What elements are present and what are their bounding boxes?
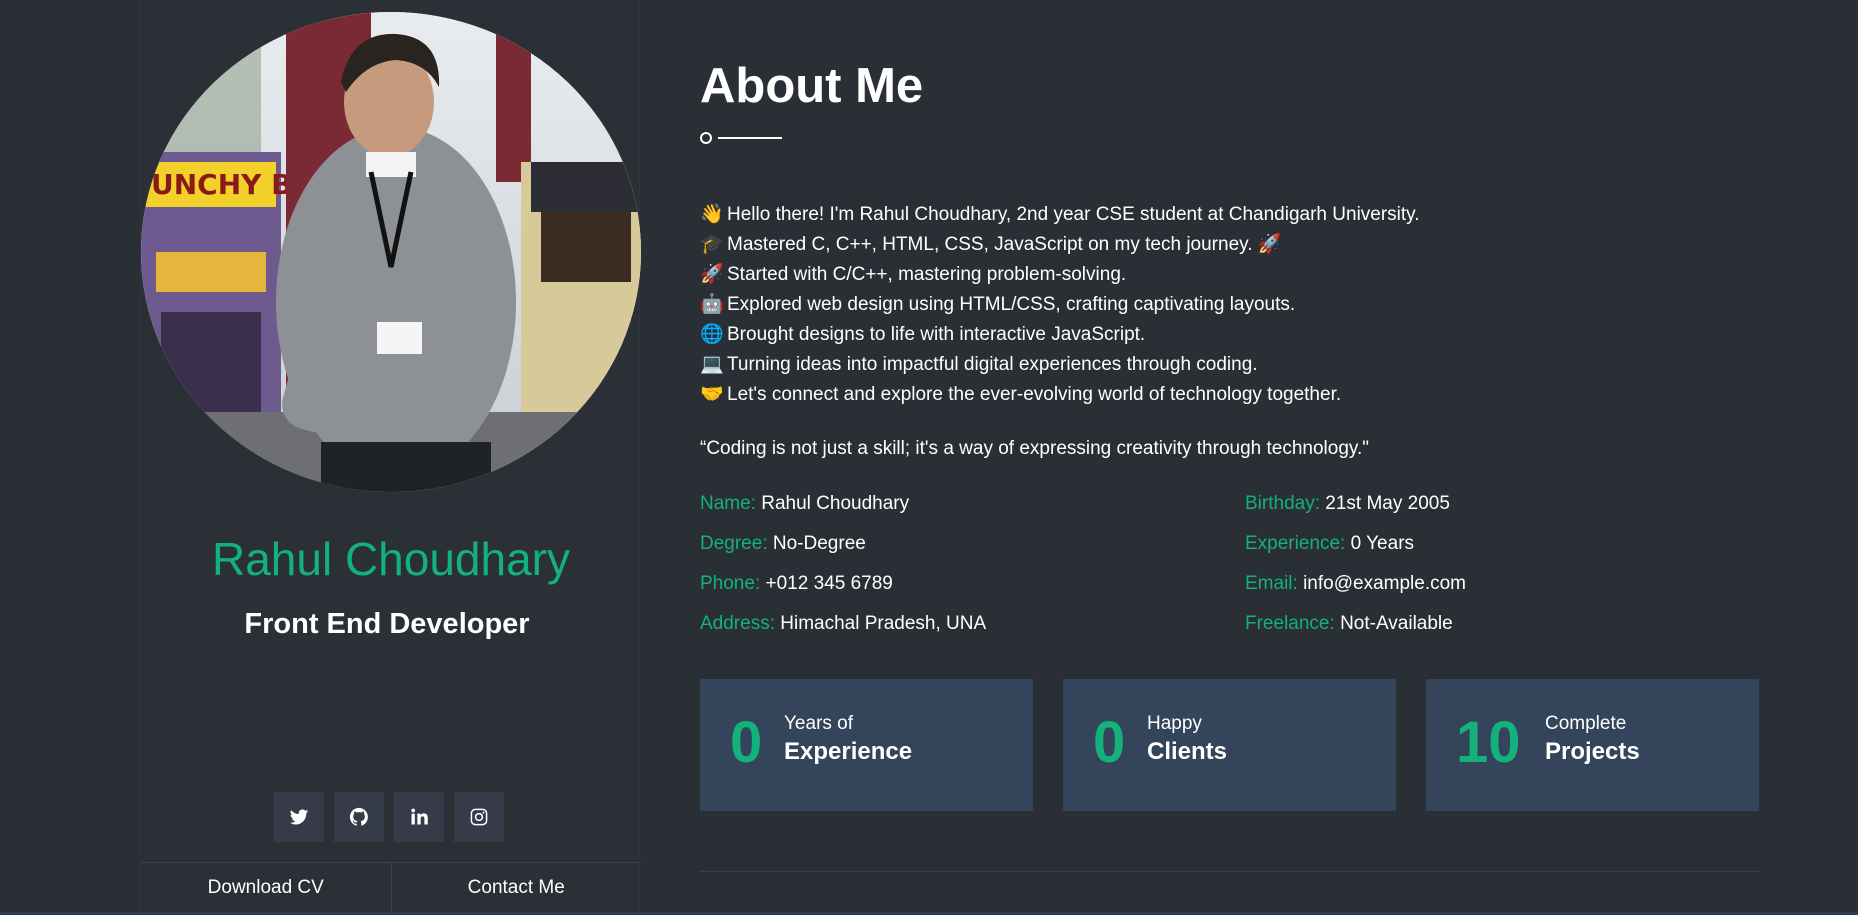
info-value: 21st May 2005 [1325,493,1450,514]
linkedin-icon [411,808,428,825]
bio-text: Hello there! I'm Rahul Choudhary, 2nd ye… [727,204,1420,225]
download-cv-button[interactable]: Download CV [141,863,391,912]
stat-number: 0 [1093,710,1126,775]
stat-title: Projects [1545,738,1640,765]
info-label: Address: [700,613,775,634]
info-label: Phone: [700,573,761,594]
bio: 👋 Hello there! I'm Rahul Choudhary, 2nd y… [700,200,1760,410]
handshake-icon: 🤝 [700,384,724,405]
rocket-icon: 🚀 [700,264,724,285]
globe-icon: 🌐 [700,324,724,345]
robot-icon: 🤖 [700,294,724,315]
info-value: Rahul Choudhary [761,493,910,514]
stat-number: 0 [730,710,763,775]
info-value: 0 Years [1350,533,1415,554]
info-label: Degree: [700,533,768,554]
info-value: info@example.com [1303,573,1466,594]
linkedin-button[interactable] [394,792,444,842]
bio-line: 💻 Turning ideas into impactful digital ex… [700,350,1760,380]
profile-photo-image: UNCHY BITE [141,12,641,492]
bio-text: Explored web design using HTML/CSS, craf… [727,294,1296,315]
instagram-icon [470,808,488,826]
profile-role: Front End Developer [244,608,530,640]
stat-caption: Happy [1147,713,1202,734]
stat-caption: Complete [1545,713,1627,734]
info-freelance: Freelance: Not-Available [1245,613,1453,635]
bio-line: 🎓 Mastered C, C++, HTML, CSS, JavaScript … [700,230,1760,260]
sidebar-actions: Download CV Contact Me [141,862,641,912]
bio-text: Brought designs to life with interactive… [727,324,1146,345]
section-title: About Me [700,59,924,113]
social-links [274,792,504,842]
stat-caption: Years of [784,713,854,734]
info-email: Email: info@example.com [1245,573,1466,595]
instagram-button[interactable] [454,792,504,842]
info-value: Not-Available [1340,613,1453,634]
github-button[interactable] [334,792,384,842]
about-section: About Me 👋 Hello there! I'm Rahul Choudha… [700,0,1760,912]
info-name: Name: Rahul Choudhary [700,493,909,515]
info-value: No-Degree [772,533,866,554]
stats: 0 Years of Experience 0 Happy Clients 10… [700,679,1760,811]
info-experience: Experience: 0 Years [1245,533,1414,555]
info-label: Birthday: [1245,493,1320,514]
info-degree: Degree: No-Degree [700,533,866,555]
profile-name: Rahul Choudhary [211,533,570,585]
title-divider [700,132,782,144]
info-value: Himachal Pradesh, UNA [780,613,987,634]
section-divider [700,871,1760,872]
bio-line: 👋 Hello there! I'm Rahul Choudhary, 2nd y… [700,200,1760,230]
stat-card-projects: 10 Complete Projects [1426,679,1759,811]
info-birthday: Birthday: 21st May 2005 [1245,493,1450,515]
stat-title: Clients [1147,738,1228,765]
profile-photo: UNCHY BITE [141,12,641,492]
stat-title: Experience [784,738,913,765]
wave-icon: 👋 [700,204,724,225]
bio-text: Started with C/C++, mastering problem-so… [727,264,1127,285]
bio-line: 🤖 Explored web design using HTML/CSS, cra… [700,290,1760,320]
stat-number: 10 [1456,710,1521,775]
bio-line: 🤝 Let's connect and explore the ever-evol… [700,380,1760,410]
info-phone: Phone: +012 345 6789 [700,573,893,595]
profile-sidebar: UNCHY BITE Rahul Choudhary Front End Dev… [140,0,641,912]
graduation-cap-icon: 🎓 [700,234,724,255]
info-address: Address: Himachal Pradesh, UNA [700,613,986,635]
bio-line: 🚀 Started with C/C++, mastering problem-s… [700,260,1760,290]
info-label: Freelance: [1245,613,1335,634]
twitter-icon [289,809,309,825]
stat-card-experience: 0 Years of Experience [700,679,1033,811]
info-value: +012 345 6789 [765,573,893,594]
bio-text: Mastered C, C++, HTML, CSS, JavaScript o… [727,234,1282,255]
info-label: Email: [1245,573,1298,594]
twitter-button[interactable] [274,792,324,842]
bio-text: Turning ideas into impactful digital exp… [727,354,1258,375]
bio-line: 🌐 Brought designs to life with interactiv… [700,320,1760,350]
stat-card-clients: 0 Happy Clients [1063,679,1396,811]
laptop-icon: 💻 [700,354,724,375]
github-icon [349,807,368,826]
info-label: Experience: [1245,533,1346,554]
quote: “Coding is not just a skill; it's a way … [700,438,1369,459]
contact-me-button[interactable]: Contact Me [390,863,642,912]
info-label: Name: [700,493,756,514]
bio-text: Let's connect and explore the ever-evolv… [727,384,1342,405]
